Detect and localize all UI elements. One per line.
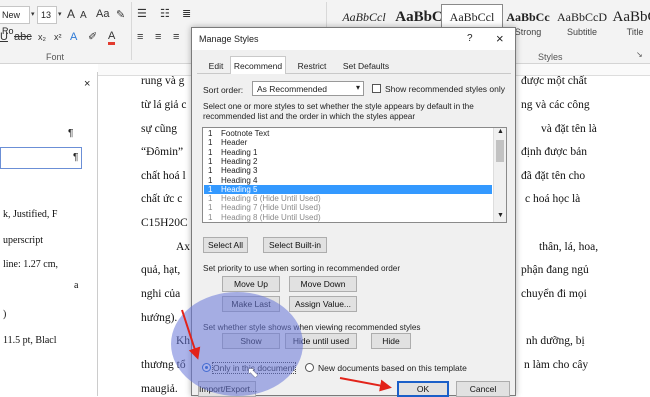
arrow-to-only-this-document <box>181 309 201 360</box>
annotation-arrows <box>181 309 392 392</box>
arrow-to-ok-button <box>339 377 392 392</box>
